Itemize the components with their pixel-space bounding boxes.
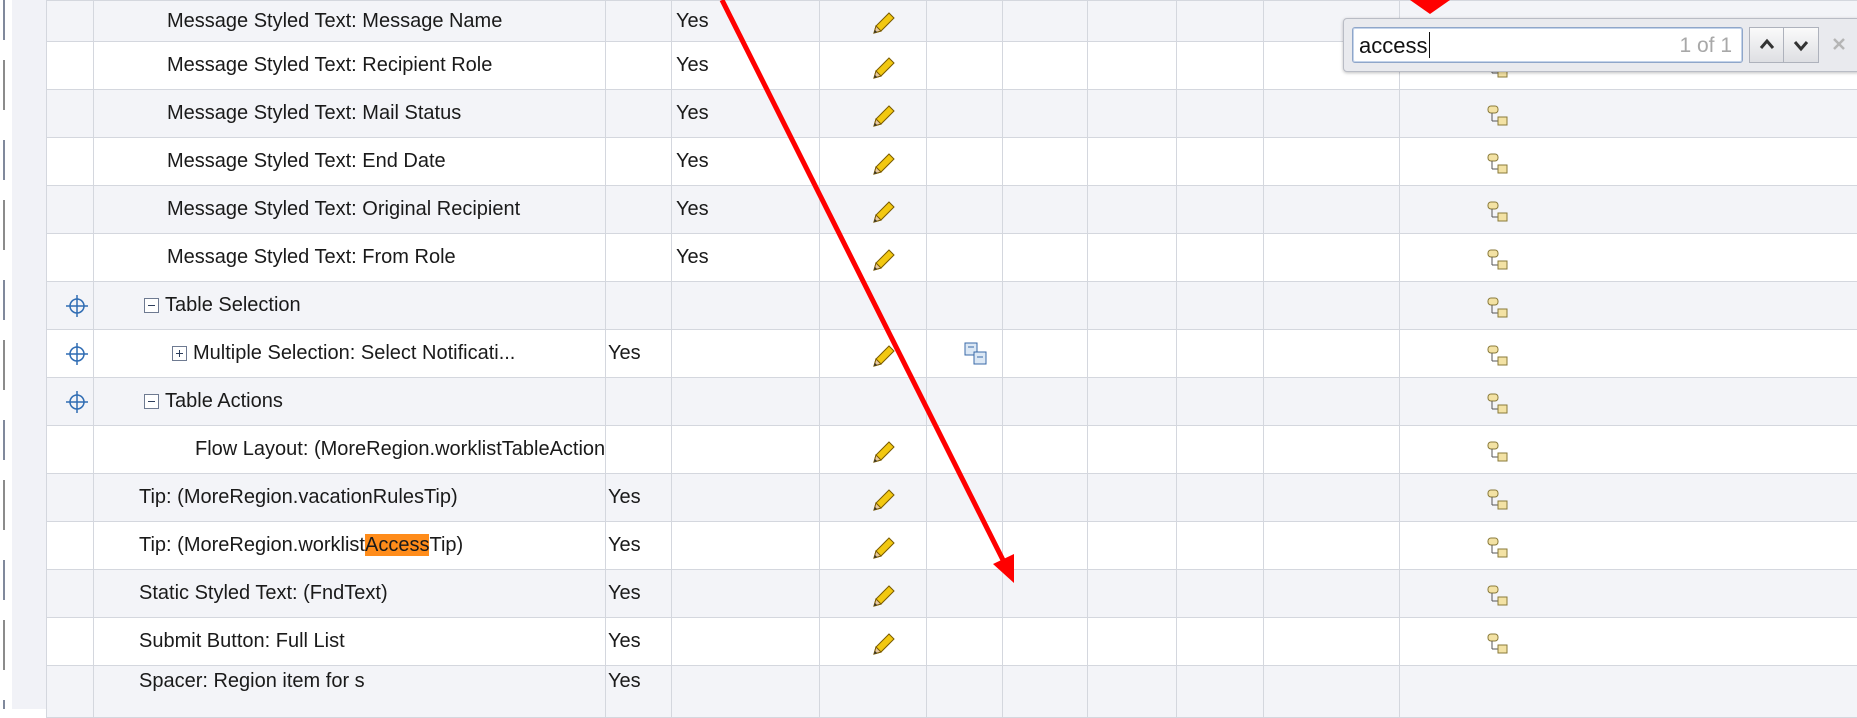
pencil-icon[interactable]	[870, 632, 896, 658]
table-row: Message Styled Text: Mail Status Yes	[47, 90, 1857, 138]
rendered-value: Yes	[608, 534, 641, 556]
personalize-icon[interactable]	[1486, 488, 1510, 512]
row-gutter	[12, 0, 47, 709]
pencil-icon[interactable]	[870, 248, 896, 274]
find-previous-button[interactable]	[1749, 27, 1785, 63]
table-row: Static Styled Text: (FndText) Yes	[47, 570, 1857, 618]
search-match-highlight: Access	[365, 534, 429, 556]
row-label: Submit Button: Full List	[139, 630, 345, 653]
row-label: Tip: (MoreRegion.worklistAccessTip)	[139, 534, 463, 557]
personalize-icon[interactable]	[1486, 104, 1510, 128]
pencil-icon[interactable]	[870, 200, 896, 226]
rendered-value: Yes	[676, 102, 709, 124]
rendered-value: Yes	[676, 198, 709, 220]
row-label: Message Styled Text: End Date	[167, 150, 446, 173]
expand-icon[interactable]	[172, 346, 187, 361]
table-row: Multiple Selection: Select Notificati...…	[47, 330, 1857, 378]
crosshair-icon[interactable]	[65, 294, 89, 318]
table-row: Table Selection	[47, 282, 1857, 330]
table-row: Message Styled Text: From Role Yes	[47, 234, 1857, 282]
crosshair-icon[interactable]	[65, 390, 89, 414]
rendered-value: Yes	[608, 670, 641, 692]
table-row: Message Styled Text: End Date Yes	[47, 138, 1857, 186]
personalize-icon[interactable]	[1486, 584, 1510, 608]
find-query[interactable]: access	[1359, 33, 1427, 59]
personalize-icon[interactable]	[1486, 200, 1510, 224]
row-label: Spacer: Region item for s	[139, 670, 365, 693]
chevron-down-icon	[1784, 28, 1818, 62]
rendered-value: Yes	[608, 486, 641, 508]
collapse-icon[interactable]	[144, 394, 159, 409]
structure-table-window: Message Styled Text: Message Name Yes Me…	[0, 0, 1857, 709]
pencil-icon[interactable]	[870, 344, 896, 370]
pencil-icon[interactable]	[870, 440, 896, 466]
table-row: Submit Button: Full List Yes	[47, 618, 1857, 666]
row-label: Message Styled Text: Original Recipient	[167, 198, 520, 221]
pencil-icon[interactable]	[870, 56, 896, 82]
rendered-value: Yes	[608, 630, 641, 652]
pencil-icon[interactable]	[870, 584, 896, 610]
pencil-icon[interactable]	[870, 152, 896, 178]
row-label: Table Actions	[165, 390, 283, 413]
table-row: Spacer: Region item for s Yes	[47, 666, 1857, 718]
personalize-icon[interactable]	[1486, 392, 1510, 416]
text-caret	[1429, 32, 1430, 58]
row-label: Multiple Selection: Select Notificati...	[193, 342, 515, 365]
table-row: Tip: (MoreRegion.worklistAccessTip) Yes	[47, 522, 1857, 570]
find-close-button[interactable]	[1828, 29, 1852, 59]
pencil-icon[interactable]	[870, 104, 896, 130]
find-bar: access 1 of 1	[1343, 18, 1857, 72]
personalize-icon[interactable]	[1486, 296, 1510, 320]
personalize-icon[interactable]	[1486, 632, 1510, 656]
rendered-value: Yes	[608, 582, 641, 604]
find-next-button[interactable]	[1783, 27, 1819, 63]
row-label: Flow Layout: (MoreRegion.worklistTableAc…	[195, 438, 606, 461]
rendered-value: Yes	[608, 342, 641, 364]
reorder-icon[interactable]	[963, 341, 989, 367]
personalize-icon[interactable]	[1486, 440, 1510, 464]
personalization-structure-table: Message Styled Text: Message Name Yes Me…	[46, 0, 1857, 718]
personalize-icon[interactable]	[1486, 152, 1510, 176]
row-label-suffix: Tip)	[429, 534, 463, 556]
table-row: Message Styled Text: Original Recipient …	[47, 186, 1857, 234]
find-match-count: 1 of 1	[1679, 34, 1732, 58]
row-label: Message Styled Text: Recipient Role	[167, 54, 492, 77]
personalize-icon[interactable]	[1486, 344, 1510, 368]
crosshair-icon[interactable]	[65, 342, 89, 366]
pencil-icon[interactable]	[870, 488, 896, 514]
row-label: Static Styled Text: (FndText)	[139, 582, 388, 605]
row-label: Message Styled Text: From Role	[167, 246, 456, 269]
table-row: Tip: (MoreRegion.vacationRulesTip) Yes	[47, 474, 1857, 522]
close-icon	[1828, 29, 1852, 59]
pencil-icon[interactable]	[870, 11, 896, 37]
table-row: Table Actions	[47, 378, 1857, 426]
find-input[interactable]: access 1 of 1	[1352, 27, 1743, 63]
row-label: Tip: (MoreRegion.vacationRulesTip)	[139, 486, 458, 509]
personalize-icon[interactable]	[1486, 248, 1510, 272]
rendered-value: Yes	[676, 246, 709, 268]
row-label: Table Selection	[165, 294, 301, 317]
pencil-icon[interactable]	[870, 536, 896, 562]
rendered-value: Yes	[676, 10, 709, 32]
personalize-icon[interactable]	[1486, 536, 1510, 560]
collapse-icon[interactable]	[144, 298, 159, 313]
row-label: Message Styled Text: Mail Status	[167, 102, 461, 125]
chevron-up-icon	[1750, 28, 1784, 62]
rendered-value: Yes	[676, 54, 709, 76]
row-label-prefix: Tip: (MoreRegion.worklist	[139, 534, 365, 556]
rendered-value: Yes	[676, 150, 709, 172]
row-label: Message Styled Text: Message Name	[167, 10, 502, 33]
table-row: Flow Layout: (MoreRegion.worklistTableAc…	[47, 426, 1857, 474]
